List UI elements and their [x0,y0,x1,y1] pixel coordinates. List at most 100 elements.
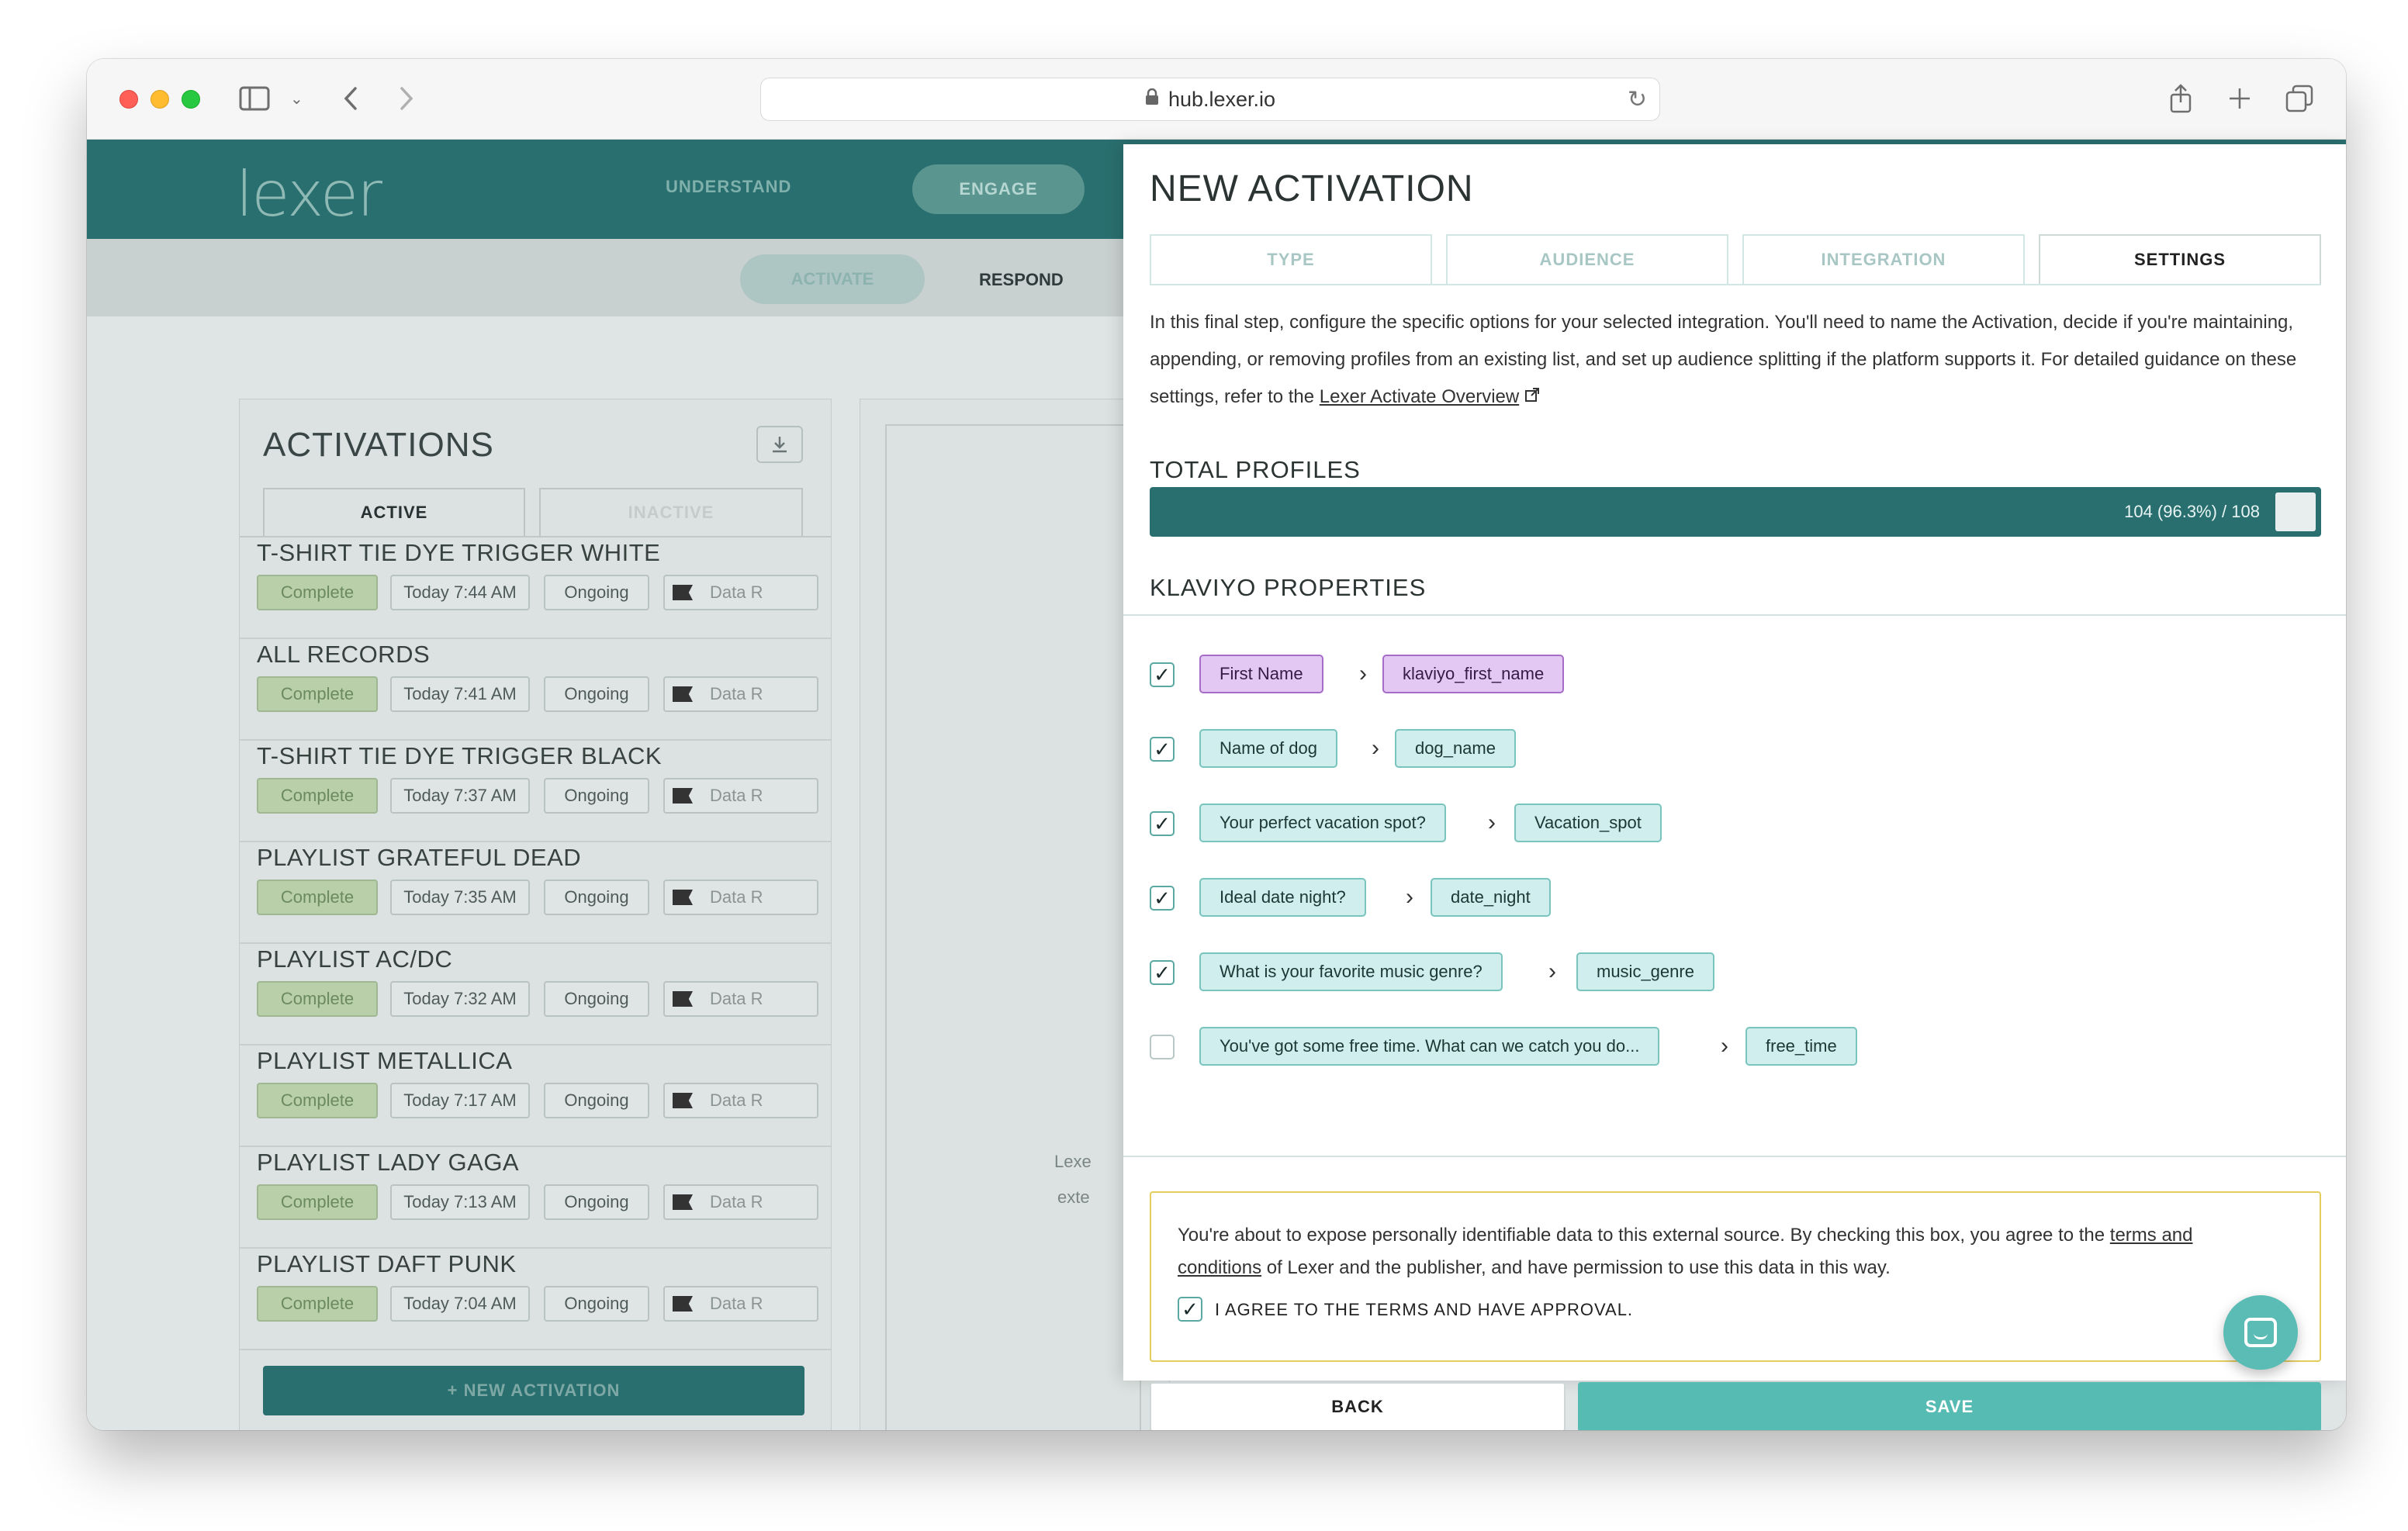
activation-name: T-SHIRT TIE DYE TRIGGER BLACK [257,742,663,769]
chevron-down-icon[interactable]: ⌄ [290,79,303,118]
data-badge-label: Data R [710,1192,763,1211]
property-checkbox[interactable]: ✓ [1150,662,1175,687]
intro-text: In this final step, configure the specif… [1150,304,2298,416]
flag-icon [673,1194,693,1210]
source-field-tag[interactable]: Name of dog [1199,729,1337,768]
lexer-logo[interactable]: lexer [236,158,382,230]
save-button[interactable]: SAVE [1578,1382,2321,1430]
subnav-activate[interactable]: ACTIVATE [740,254,925,304]
flag-icon [673,788,693,804]
tabs-icon[interactable] [2285,79,2313,118]
chat-icon[interactable] [2223,1295,2298,1370]
chevron-right-icon: › [1488,810,1496,835]
nav-understand[interactable]: UNDERSTAND [666,177,791,197]
tab-type[interactable]: TYPE [1150,234,1432,284]
reload-icon[interactable]: ↻ [1628,86,1647,113]
consent-text-before: You're about to expose personally identi… [1178,1225,2110,1246]
mode-badge: Ongoing [544,676,649,712]
list-item[interactable]: T-SHIRT TIE DYE TRIGGER BLACK Complete T… [240,741,831,842]
activation-name: PLAYLIST GRATEFUL DEAD [257,844,582,871]
list-item[interactable]: PLAYLIST DAFT PUNK Complete Today 7:04 A… [240,1249,831,1350]
source-field-tag[interactable]: Ideal date night? [1199,878,1366,917]
list-item[interactable]: PLAYLIST METALLICA Complete Today 7:17 A… [240,1045,831,1147]
tab-settings[interactable]: SETTINGS [2039,234,2321,284]
data-badge-label: Data R [710,1090,763,1110]
target-field-tag[interactable]: klaviyo_first_name [1382,655,1565,693]
source-field-tag[interactable]: You've got some free time. What can we c… [1199,1027,1660,1066]
source-field-tag[interactable]: Your perfect vacation spot? [1199,804,1446,842]
placeholder-text-line-1: Lexe [1054,1152,1092,1171]
lock-icon [1145,88,1159,110]
data-badge: Data R [663,778,818,814]
chevron-right-icon: › [1548,959,1556,984]
data-badge: Data R [663,981,818,1017]
property-checkbox[interactable]: ✓ [1150,811,1175,836]
list-item[interactable]: PLAYLIST LADY GAGA Complete Today 7:13 A… [240,1147,831,1249]
status-badge: Complete [257,981,378,1017]
download-icon[interactable] [756,426,803,463]
mode-badge: Ongoing [544,1083,649,1118]
agree-checkbox[interactable]: ✓ [1178,1297,1202,1322]
timestamp-badge: Today 7:13 AM [390,1184,530,1220]
data-badge: Data R [663,1083,818,1118]
target-field-tag[interactable]: date_night [1431,878,1551,917]
flag-icon [673,686,693,702]
mode-badge: Ongoing [544,981,649,1017]
activations-list: T-SHIRT TIE DYE TRIGGER WHITE Complete T… [240,536,831,1350]
agree-label[interactable]: I AGREE TO THE TERMS AND HAVE APPROVAL. [1215,1300,1633,1320]
total-profiles-value: 104 (96.3%) / 108 [2124,502,2260,521]
data-badge: Data R [663,575,818,610]
target-field-tag[interactable]: dog_name [1395,729,1516,768]
maximize-window-button[interactable] [182,90,200,109]
mode-badge: Ongoing [544,1184,649,1220]
new-activation-button[interactable]: + NEW ACTIVATION [263,1366,804,1415]
target-field-tag[interactable]: music_genre [1576,952,1714,991]
forward-icon[interactable] [397,79,416,118]
address-bar[interactable]: hub.lexer.io ↻ [760,78,1660,121]
source-field-tag[interactable]: What is your favorite music genre? [1199,952,1503,991]
status-badge: Complete [257,1184,378,1220]
data-badge-label: Data R [710,887,763,907]
property-row: ✓ First Name › klaviyo_first_name [1150,655,2236,695]
source-field-tag[interactable]: First Name [1199,655,1323,693]
url-text: hub.lexer.io [1168,87,1276,111]
tab-inactive[interactable]: INACTIVE [539,488,803,536]
timestamp-badge: Today 7:04 AM [390,1286,530,1322]
list-item[interactable]: PLAYLIST GRATEFUL DEAD Complete Today 7:… [240,842,831,944]
status-badge: Complete [257,575,378,610]
share-icon[interactable] [2169,79,2192,118]
target-field-tag[interactable]: free_time [1745,1027,1857,1066]
list-item[interactable]: T-SHIRT TIE DYE TRIGGER WHITE Complete T… [240,537,831,639]
nav-engage[interactable]: ENGAGE [912,164,1085,214]
sidebar-icon[interactable] [239,79,270,118]
property-row: ✓ Name of dog › dog_name [1150,729,2236,769]
activation-name: ALL RECORDS [257,641,431,668]
timestamp-badge: Today 7:17 AM [390,1083,530,1118]
external-link-icon[interactable] [1524,386,1540,407]
lexer-activate-overview-link[interactable]: Lexer Activate Overview [1320,386,1519,407]
mode-badge: Ongoing [544,1286,649,1322]
list-item[interactable]: ALL RECORDS Complete Today 7:41 AM Ongoi… [240,639,831,741]
tab-integration[interactable]: INTEGRATION [1742,234,2025,284]
plus-icon[interactable] [2228,79,2251,118]
data-badge-label: Data R [710,684,763,703]
property-checkbox[interactable] [1150,1035,1175,1059]
property-checkbox[interactable]: ✓ [1150,960,1175,985]
minimize-window-button[interactable] [150,90,169,109]
activations-title: ACTIVATIONS [263,426,494,464]
mode-badge: Ongoing [544,575,649,610]
back-icon[interactable] [341,79,360,118]
chevron-right-icon: › [1372,735,1379,761]
back-button[interactable]: BACK [1150,1382,1566,1430]
list-item[interactable]: PLAYLIST AC/DC Complete Today 7:32 AM On… [240,944,831,1045]
close-window-button[interactable] [119,90,138,109]
consent-box: You're about to expose personally identi… [1150,1191,2321,1362]
property-row: ✓ Ideal date night? › date_night [1150,878,2236,918]
tab-active[interactable]: ACTIVE [263,488,525,536]
subnav-respond[interactable]: RESPOND [979,270,1064,290]
tab-audience[interactable]: AUDIENCE [1446,234,1728,284]
mode-badge: Ongoing [544,880,649,915]
property-checkbox[interactable]: ✓ [1150,737,1175,762]
target-field-tag[interactable]: Vacation_spot [1514,804,1662,842]
property-checkbox[interactable]: ✓ [1150,886,1175,911]
